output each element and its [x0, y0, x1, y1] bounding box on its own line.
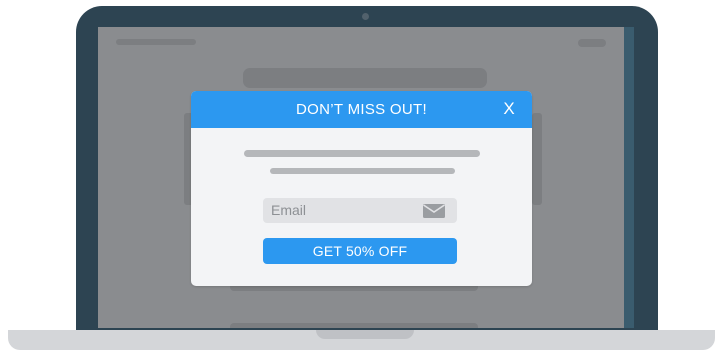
envelope-icon	[423, 204, 445, 218]
background-nav-button-placeholder	[578, 39, 606, 47]
modal-header: DON’T MISS OUT! X	[191, 91, 532, 128]
screen-edge	[624, 27, 634, 328]
stage: DON’T MISS OUT! X Email GET 50% OFF	[0, 0, 715, 350]
background-nav-placeholder	[116, 39, 196, 45]
background-text-placeholder	[230, 323, 478, 328]
webcam-icon	[362, 13, 369, 20]
close-icon[interactable]: X	[498, 97, 520, 121]
email-placeholder: Email	[271, 202, 307, 218]
background-title-placeholder	[243, 68, 487, 88]
text-placeholder-line	[270, 168, 455, 174]
background-card-right-placeholder	[532, 113, 542, 205]
popup-modal: DON’T MISS OUT! X Email GET 50% OFF	[191, 91, 532, 286]
modal-title: DON’T MISS OUT!	[296, 101, 427, 118]
text-placeholder-line	[244, 150, 480, 157]
laptop-base-notch	[316, 330, 414, 339]
get-discount-button[interactable]: GET 50% OFF	[263, 238, 457, 264]
email-field[interactable]: Email	[263, 198, 457, 223]
